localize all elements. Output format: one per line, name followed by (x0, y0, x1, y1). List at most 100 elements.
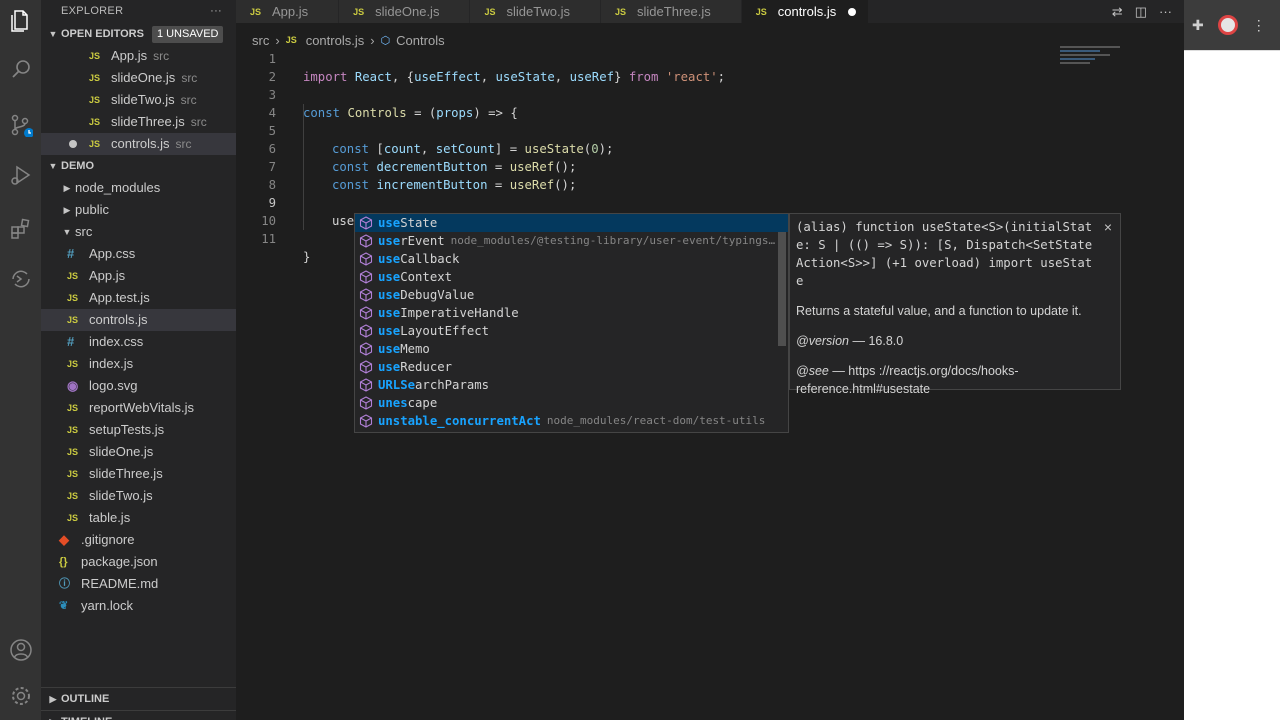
punct: [ (369, 142, 384, 156)
suggest-item[interactable]: use LayoutEffect (355, 322, 788, 340)
remote-explorer-icon[interactable] (0, 258, 41, 300)
tree-item-label: table.js (89, 510, 131, 525)
extensions-icon[interactable] (0, 208, 41, 250)
keyword: const (332, 178, 370, 192)
suggest-item[interactable]: use rEvent node_modules/@testing-library/u… (355, 232, 788, 250)
symbol-method-icon (359, 288, 373, 302)
open-editors-header[interactable]: ▼ OPEN EDITORS 1 UNSAVED (41, 23, 236, 45)
breadcrumb: src › JS controls.js › ⬡ Controls (252, 30, 445, 50)
tree-file[interactable]: JS reportWebVitals.js (41, 397, 236, 419)
suggest-item[interactable]: use Context (355, 268, 788, 286)
split-editor-icon[interactable]: ◫ (1135, 4, 1147, 20)
suggest-match: use (378, 360, 401, 374)
open-editor-item[interactable]: JS slideTwo.js src (41, 89, 236, 111)
indent-guide (303, 104, 304, 230)
tree-file[interactable]: # index.css (41, 331, 236, 353)
extensions-puzzle-icon[interactable]: ✚ (1192, 17, 1204, 34)
tab-slideone[interactable]: JS slideOne.js (339, 0, 471, 23)
outline-header[interactable]: ▶ OUTLINE (41, 688, 236, 710)
more-actions-icon[interactable]: ··· (210, 0, 222, 23)
run-debug-icon[interactable] (0, 154, 41, 196)
tree-file[interactable]: JS App.js (41, 265, 236, 287)
js-file-icon: JS (67, 491, 79, 501)
project-header[interactable]: ▼ DEMO (41, 155, 236, 177)
identifier: setCount (435, 142, 495, 156)
symbol-method-icon (359, 360, 373, 374)
tree-file[interactable]: JS slideOne.js (41, 441, 236, 463)
unsaved-dot-icon[interactable] (69, 140, 77, 148)
suggest-label: Reducer (400, 360, 453, 374)
identifier: useEffect (414, 70, 481, 84)
profile-avatar[interactable] (1217, 15, 1238, 35)
tree-file[interactable]: JS index.js (41, 353, 236, 375)
open-editor-folder: src (190, 115, 207, 129)
tab-controls[interactable]: JS controls.js (741, 0, 870, 23)
breadcrumb-file[interactable]: controls.js (306, 33, 365, 48)
typed-text: use (332, 214, 355, 228)
suggest-match: use (378, 216, 401, 230)
tab-label: controls.js (777, 4, 837, 19)
vertical-scrollbar[interactable] (1170, 23, 1184, 720)
keyword: const (332, 142, 370, 156)
minimap[interactable] (1060, 46, 1170, 76)
suggest-item[interactable]: use Callback (355, 250, 788, 268)
close-icon[interactable]: × (1104, 219, 1112, 235)
tab-list: JS App.js JS slideOne.js JS slideTwo.js JS slid… (236, 0, 870, 23)
tab-slidetwo[interactable]: JS slideTwo.js (470, 0, 602, 23)
tab-slidethree[interactable]: JS slideThree.js (601, 0, 742, 23)
tree-file[interactable]: {} package.json (41, 551, 236, 573)
breadcrumb-symbol[interactable]: Controls (396, 33, 444, 48)
unsaved-dot-icon[interactable] (848, 7, 857, 16)
tree-folder[interactable]: ▶ node_modules (41, 177, 236, 199)
compare-changes-icon[interactable]: ⇄ (1112, 4, 1123, 20)
tree-file[interactable]: JS table.js (41, 507, 236, 529)
manage-gear-icon[interactable] (0, 675, 41, 717)
tree-file[interactable]: # App.css (41, 243, 236, 265)
suggest-match: use (378, 288, 401, 302)
tree-file[interactable]: JS setupTests.js (41, 419, 236, 441)
open-editor-item[interactable]: JS slideThree.js src (41, 111, 236, 133)
account-icon[interactable] (0, 629, 41, 671)
search-icon[interactable] (0, 48, 41, 90)
suggest-item[interactable]: use ImperativeHandle (355, 304, 788, 322)
source-control-icon[interactable] (0, 104, 41, 146)
tree-file[interactable]: ❦ yarn.lock (41, 595, 236, 617)
json-file-icon: {} (59, 556, 68, 568)
tree-file[interactable]: JS slideTwo.js (41, 485, 236, 507)
open-editor-item[interactable]: JS controls.js src (41, 133, 236, 155)
timeline-header[interactable]: ▶ TIMELINE (41, 710, 236, 720)
chevron-down-icon: ▼ (48, 29, 58, 39)
tree-folder[interactable]: ▶ public (41, 199, 236, 221)
suggest-item[interactable]: URLSe archParams (355, 376, 788, 394)
divider (1184, 50, 1280, 51)
suggest-item[interactable]: use Reducer (355, 358, 788, 376)
suggest-item[interactable]: unes cape (355, 394, 788, 412)
suggest-match: unstable_concurrentAct (378, 414, 541, 428)
open-editor-item[interactable]: JS slideOne.js src (41, 67, 236, 89)
suggest-item[interactable]: use Memo (355, 340, 788, 358)
identifier: useState (495, 70, 555, 84)
editor-tabs: JS App.js JS slideOne.js JS slideTwo.js JS slid… (236, 0, 1184, 23)
code-line-9: use (236, 194, 354, 228)
explorer-icon[interactable] (0, 0, 41, 42)
tree-file[interactable]: JS App.test.js (41, 287, 236, 309)
tree-file[interactable]: JS controls.js (41, 309, 236, 331)
yarn-file-icon: ❦ (59, 600, 69, 612)
suggest-scrollbar[interactable] (778, 232, 786, 346)
tree-folder[interactable]: ▼ src (41, 221, 236, 243)
open-editor-name: slideOne.js (111, 70, 176, 85)
suggest-item[interactable]: unstable_concurrentAct node_modules/react… (355, 412, 788, 430)
tree-item-label: App.css (89, 246, 136, 261)
suggest-item[interactable]: use State (355, 214, 788, 232)
more-actions-icon[interactable]: ··· (1159, 4, 1172, 19)
breadcrumb-folder[interactable]: src (252, 33, 269, 48)
suggest-item[interactable]: use DebugValue (355, 286, 788, 304)
open-editor-item[interactable]: JS App.js src (41, 45, 236, 67)
symbol-method-icon (359, 324, 373, 338)
tree-file[interactable]: ◆ .gitignore (41, 529, 236, 551)
menu-icon[interactable]: ⋮ (1252, 17, 1266, 34)
tree-file[interactable]: ⓘ README.md (41, 573, 236, 595)
tab-app[interactable]: JS App.js (236, 0, 340, 23)
tree-file[interactable]: ◉ logo.svg (41, 375, 236, 397)
tree-file[interactable]: JS slideThree.js (41, 463, 236, 485)
